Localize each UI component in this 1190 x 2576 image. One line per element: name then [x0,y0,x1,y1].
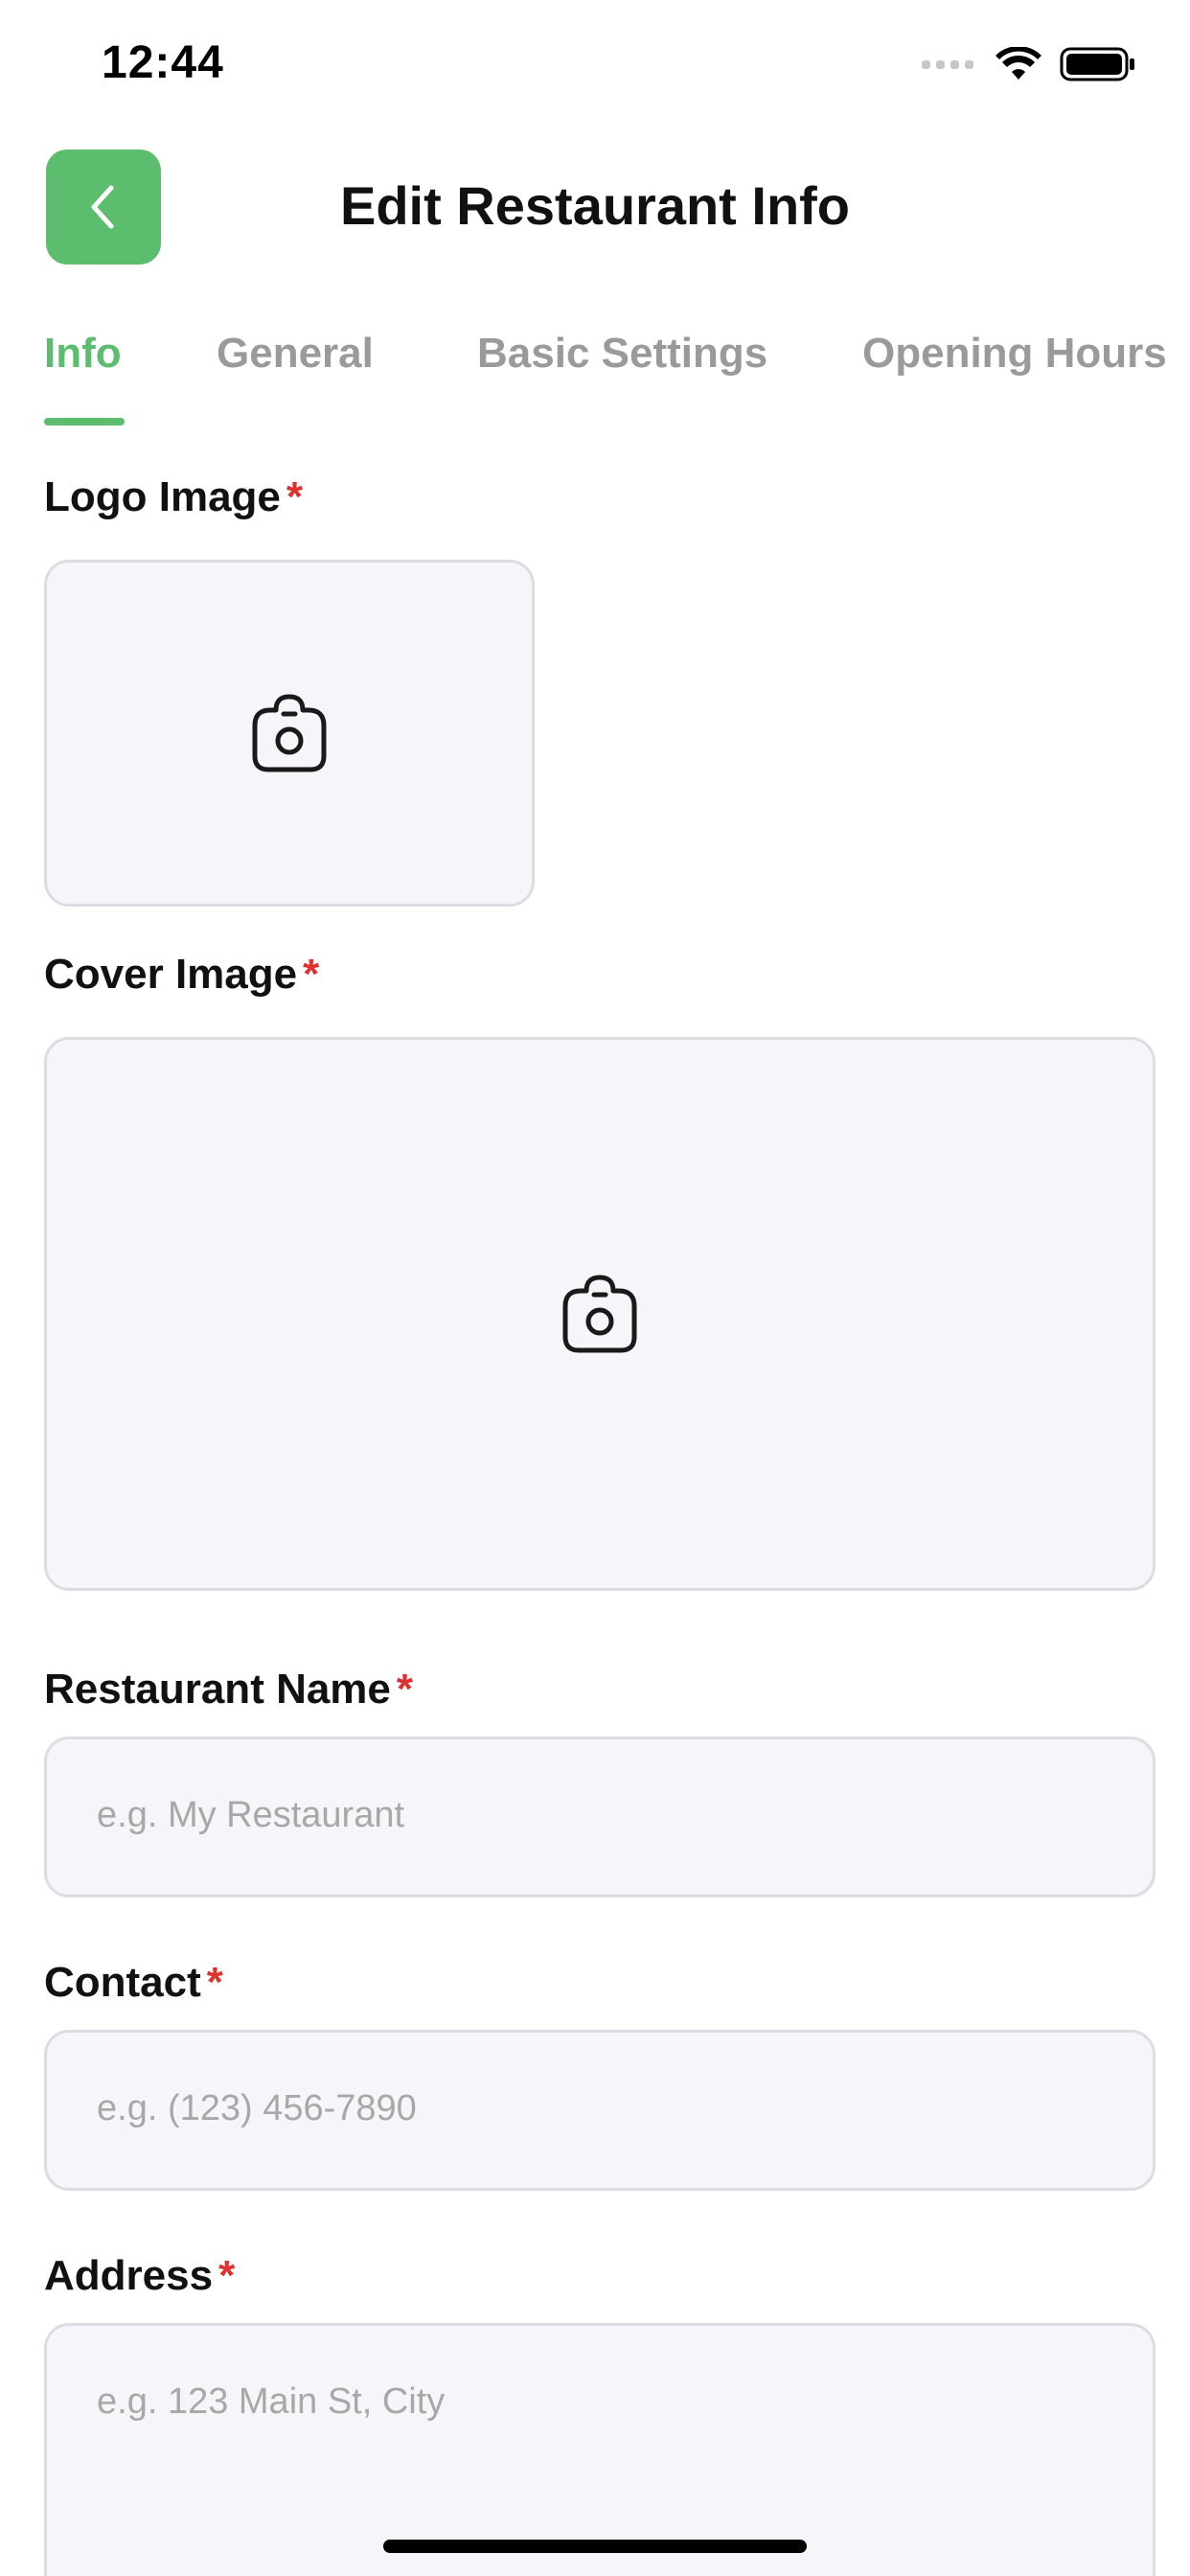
page-title: Edit Restaurant Info [339,175,851,236]
restaurant-name-label-text: Restaurant Name [44,1666,391,1713]
cover-image-label-text: Cover Image [44,951,298,998]
required-mark: * [303,951,320,998]
cover-image-upload[interactable] [44,1037,1156,1591]
address-input[interactable]: e.g. 123 Main St, City [44,2323,1156,2576]
address-label-text: Address [44,2252,214,2299]
battery-icon [1060,47,1134,81]
header: Edit Restaurant Info [0,150,1190,264]
contact-label-text: Contact [44,1959,201,2006]
camera-icon [252,694,327,772]
home-indicator [383,2540,807,2553]
status-icons [922,46,1136,82]
tab-general[interactable]: General [217,330,374,378]
restaurant-name-label: Restaurant Name * [44,1666,413,1714]
wifi-icon [995,47,1041,80]
status-bar: 12:44 [0,0,1190,134]
tab-bar: Info General Basic Settings Opening Hour… [0,316,1190,427]
address-placeholder: e.g. 123 Main St, City [97,2381,446,2422]
contact-placeholder: e.g. (123) 456-7890 [97,2088,417,2128]
restaurant-name-input[interactable]: e.g. My Restaurant [44,1736,1156,1898]
contact-label: Contact * [44,1959,223,2007]
required-mark: * [218,2252,236,2299]
restaurant-name-placeholder: e.g. My Restaurant [97,1795,405,1835]
contact-input[interactable]: e.g. (123) 456-7890 [44,2030,1156,2191]
required-mark: * [206,1959,223,2006]
camera-icon [562,1275,637,1353]
active-tab-indicator [44,418,125,426]
required-mark: * [396,1666,414,1713]
tab-opening-hours[interactable]: Opening Hours [862,330,1167,378]
required-mark: * [286,473,304,520]
signal-icon [922,59,973,69]
logo-image-label-text: Logo Image [44,473,281,520]
status-time: 12:44 [102,37,224,88]
tab-info[interactable]: Info [44,330,122,378]
logo-image-label: Logo Image * [44,473,303,521]
cover-image-label: Cover Image * [44,951,319,999]
logo-image-upload[interactable] [44,560,535,907]
tab-basic-settings[interactable]: Basic Settings [477,330,767,378]
address-label: Address * [44,2252,235,2300]
